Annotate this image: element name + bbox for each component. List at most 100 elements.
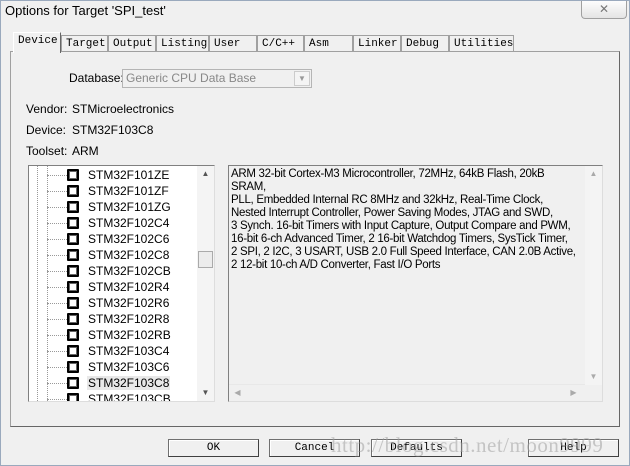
chip-icon — [67, 185, 79, 197]
help-button[interactable]: Help — [528, 439, 619, 457]
device-list-item[interactable]: STM32F102R6 — [47, 295, 170, 311]
description-line: PLL, Embedded Internal RC 8MHz and 32kHz… — [231, 194, 543, 206]
tab-user[interactable]: User — [209, 35, 257, 52]
device-label: Device: — [26, 123, 67, 137]
device-list-item[interactable]: STM32F102R4 — [47, 279, 170, 295]
tree-connector — [47, 302, 67, 304]
cancel-button[interactable]: Cancel — [269, 439, 360, 457]
device-name: STM32F102C4 — [88, 216, 170, 230]
device-name: STM32F101ZE — [88, 168, 170, 182]
scroll-left-icon[interactable]: ◀ — [229, 385, 246, 401]
chevron-down-icon[interactable]: ▼ — [294, 71, 310, 86]
tab-listing[interactable]: Listing — [156, 35, 209, 52]
tree-connector — [47, 206, 67, 208]
device-list-item[interactable]: STM32F103C6 — [47, 359, 170, 375]
description-line: Nested Interrupt Controller, Power Savin… — [231, 207, 553, 219]
tab-utilities[interactable]: Utilities — [449, 35, 514, 52]
device-name: STM32F102CB — [88, 264, 171, 278]
tree-connector — [47, 350, 67, 352]
close-icon: ✕ — [598, 2, 610, 16]
ok-button[interactable]: OK — [168, 439, 259, 457]
chip-icon — [67, 313, 79, 325]
chip-icon — [67, 377, 79, 389]
database-value: Generic CPU Data Base — [126, 71, 257, 85]
device-list-item[interactable]: STM32F102C4 — [47, 215, 170, 231]
tree-connector — [47, 398, 67, 400]
chip-icon — [67, 297, 79, 309]
device-name: STM32F101ZF — [88, 184, 169, 198]
device-name: STM32F102C8 — [88, 248, 170, 262]
scroll-up-icon[interactable]: ▲ — [197, 166, 214, 182]
chip-icon — [67, 249, 79, 261]
scroll-right-icon[interactable]: ▶ — [565, 385, 582, 401]
device-list-item[interactable]: STM32F103C4 — [47, 343, 170, 359]
defaults-button[interactable]: Defaults — [371, 439, 462, 457]
device-name: STM32F103C6 — [88, 360, 170, 374]
description-line: ARM 32-bit Cortex-M3 Microcontroller, 72… — [231, 168, 545, 193]
chip-icon — [67, 345, 79, 357]
device-tree-scrollbar[interactable]: ▲ ▼ — [197, 166, 214, 401]
chip-icon — [67, 217, 79, 229]
description-line: 2 12-bit 10-ch A/D Converter, Fast I/O P… — [231, 259, 441, 271]
device-list-item[interactable]: STM32F101ZE — [47, 167, 170, 183]
chip-icon — [67, 393, 79, 401]
device-list-item[interactable]: STM32F102C6 — [47, 231, 170, 247]
tree-connector — [47, 318, 67, 320]
tree-connector — [47, 366, 67, 368]
chip-icon — [67, 169, 79, 181]
description-vscrollbar[interactable]: ▲ ▼ — [585, 166, 602, 385]
tree-connector — [47, 190, 67, 192]
tab-output[interactable]: Output — [108, 35, 156, 52]
chip-icon — [67, 233, 79, 245]
tab-cc[interactable]: C/C++ — [257, 35, 304, 52]
tab-asm[interactable]: Asm — [304, 35, 353, 52]
description-line: 2 SPI, 2 I2C, 3 USART, USB 2.0 Full Spee… — [231, 246, 576, 258]
tree-connector — [47, 174, 67, 176]
tab-debug[interactable]: Debug — [401, 35, 449, 52]
device-list-item[interactable]: STM32F103C8 — [47, 375, 171, 391]
device-name: STM32F103C8 — [87, 376, 171, 390]
device-description: ARM 32-bit Cortex-M3 Microcontroller, 72… — [228, 165, 603, 402]
device-list-item[interactable]: STM32F101ZG — [47, 199, 172, 215]
chip-icon — [67, 265, 79, 277]
device-name: STM32F102R8 — [88, 312, 170, 326]
device-name: STM32F102R6 — [88, 296, 170, 310]
description-hscrollbar[interactable]: ◀ ▶ — [229, 384, 585, 401]
tree-line — [37, 166, 38, 401]
device-tree[interactable]: STM32F101ZE STM32F101ZF STM32F101ZG STM32F1… — [28, 165, 215, 402]
database-select[interactable]: Generic CPU Data Base ▼ — [122, 69, 312, 88]
scroll-up-icon[interactable]: ▲ — [585, 166, 602, 182]
tree-connector — [47, 286, 67, 288]
device-list-item[interactable]: STM32F102R8 — [47, 311, 170, 327]
close-button[interactable]: ✕ — [581, 1, 627, 19]
vendor-value: STMicroelectronics — [72, 102, 175, 116]
device-list-item[interactable]: STM32F101ZF — [47, 183, 170, 199]
description-line: 3 Synch. 16-bit Timers with Input Captur… — [231, 220, 571, 232]
scroll-thumb[interactable] — [198, 251, 213, 268]
tree-connector — [47, 270, 67, 272]
description-line: 16-bit 6-ch Advanced Timer, 2 16-bit Wat… — [231, 233, 568, 245]
chip-icon — [67, 201, 79, 213]
chip-icon — [67, 329, 79, 341]
toolset-value: ARM — [72, 144, 99, 158]
scroll-down-icon[interactable]: ▼ — [585, 369, 602, 385]
device-list-item[interactable]: STM32F103CB — [47, 391, 172, 402]
device-list-item[interactable]: STM32F102C8 — [47, 247, 170, 263]
device-value: STM32F103C8 — [72, 123, 154, 137]
chip-icon — [67, 281, 79, 293]
device-name: STM32F101ZG — [88, 200, 171, 214]
tree-connector — [47, 238, 67, 240]
device-name: STM32F103CB — [88, 392, 171, 402]
tab-target[interactable]: Target — [61, 35, 108, 52]
device-list-item[interactable]: STM32F102CB — [47, 263, 172, 279]
device-name: STM32F102C6 — [88, 232, 170, 246]
window-title: Options for Target 'SPI_test' — [5, 3, 166, 18]
vendor-label: Vendor: — [26, 102, 68, 116]
scroll-down-icon[interactable]: ▼ — [197, 385, 214, 401]
device-name: STM32F102RB — [88, 328, 171, 342]
tree-connector — [47, 334, 67, 336]
device-list-item[interactable]: STM32F102RB — [47, 327, 172, 343]
tree-connector — [47, 222, 67, 224]
tab-linker[interactable]: Linker — [353, 35, 401, 52]
tab-device[interactable]: Device — [13, 32, 61, 53]
